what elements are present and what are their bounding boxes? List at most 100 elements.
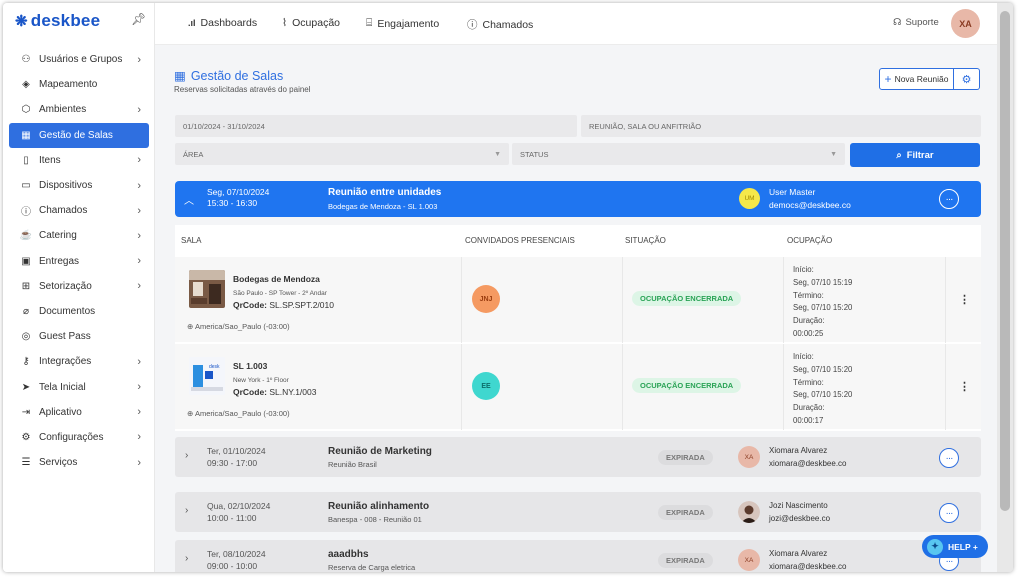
nav-chamados[interactable]: ⓘ Chamados bbox=[467, 17, 533, 32]
sidebar-item-dispositivos[interactable]: ▭ Dispositivos › bbox=[9, 173, 149, 198]
more-options-button[interactable]: ··· bbox=[939, 189, 959, 209]
chevron-right-icon: › bbox=[137, 280, 141, 293]
sidebar-item-label: Ambientes bbox=[39, 104, 87, 116]
login-icon: ⇥ bbox=[21, 406, 31, 418]
user-avatar[interactable]: XA bbox=[951, 9, 980, 38]
sidebar-item-itens[interactable]: ▯ Itens › bbox=[9, 148, 149, 173]
sidebar-item-mapeamento[interactable]: ◈ Mapeamento bbox=[9, 72, 149, 97]
occ-duration: 00:00:25 bbox=[793, 328, 824, 338]
status-select[interactable]: STATUS ▼ bbox=[512, 143, 845, 165]
sidebar-item-gestao-de-salas[interactable]: ▦ Gestão de Salas bbox=[9, 122, 149, 148]
calendar-icon: ▦ bbox=[21, 129, 31, 141]
room-photo bbox=[189, 270, 225, 308]
host-info: Jozi Nascimento jozi@deskbee.co bbox=[769, 499, 830, 525]
new-meeting-button[interactable]: + Nova Reunião bbox=[879, 68, 954, 90]
divider bbox=[783, 344, 784, 430]
area-select[interactable]: ÁREA ▼ bbox=[175, 143, 509, 165]
chevron-right-icon[interactable]: › bbox=[185, 553, 188, 564]
sidebar-item-chamados[interactable]: ⓘ Chamados › bbox=[9, 198, 149, 223]
sidebar-item-documentos[interactable]: ⌀ Documentos bbox=[9, 299, 149, 324]
nav-ocupacao[interactable]: ⌇ Ocupação bbox=[282, 17, 340, 29]
cup-icon: ☕ bbox=[19, 230, 33, 242]
more-options-button[interactable]: ··· bbox=[939, 448, 959, 468]
host-avatar: UM bbox=[739, 188, 760, 209]
search-input[interactable]: REUNIÃO, SALA OU ANFITRIÃO bbox=[581, 115, 981, 137]
room-location: New York - 1º Floor bbox=[233, 377, 289, 384]
divider bbox=[945, 344, 946, 430]
kebab-menu-icon[interactable]: ⋮ bbox=[959, 380, 970, 393]
search-icon: ⌕ bbox=[896, 149, 902, 161]
vertical-scrollbar[interactable] bbox=[997, 3, 1013, 572]
sidebar-item-tela-inicial[interactable]: ➤ Tela Inicial › bbox=[9, 374, 149, 399]
status-badge: EXPIRADA bbox=[658, 505, 713, 520]
host-email: xiomara@deskbee.co bbox=[769, 562, 847, 571]
table-row: desk SL 1.003 New York - 1º Floor QrCode… bbox=[175, 343, 981, 430]
more-options-button[interactable]: ··· bbox=[939, 503, 959, 523]
settings-button[interactable]: ⚙ bbox=[954, 68, 980, 90]
sidebar-item-entregas[interactable]: ▣ Entregas › bbox=[9, 249, 149, 274]
help-button[interactable]: ✦ HELP + bbox=[922, 535, 988, 558]
top-bar: .ıl Dashboards ⌇ Ocupação ⌸ Engajamento … bbox=[155, 3, 997, 45]
gear-icon: ⚙ bbox=[21, 431, 31, 443]
meeting-datetime: Ter, 08/10/2024 09:00 - 10:00 bbox=[207, 548, 266, 572]
sidebar-item-setorizacao[interactable]: ⊞ Setorização › bbox=[9, 274, 149, 299]
chevron-right-icon[interactable]: › bbox=[185, 505, 188, 516]
meeting-time: 15:30 - 16:30 bbox=[207, 198, 258, 208]
app-window: ❋ deskbee 📌︎ ⚇ Usuários e Grupos › ◈ Mapeame… bbox=[3, 3, 1013, 572]
sidebar-item-catering[interactable]: ☕ Catering › bbox=[9, 223, 149, 248]
meeting-date: Ter, 01/10/2024 bbox=[207, 446, 266, 456]
meeting-datetime: Seg, 07/10/2024 15:30 - 16:30 bbox=[207, 187, 269, 209]
occ-duration-label: Duração: bbox=[793, 316, 825, 326]
globe-icon: ⊕ bbox=[187, 322, 194, 331]
room-photo: desk bbox=[189, 357, 225, 395]
sidebar-item-usuarios-e-grupos[interactable]: ⚇ Usuários e Grupos › bbox=[9, 47, 149, 72]
support-link[interactable]: ☊ Suporte bbox=[893, 17, 939, 28]
sidebar-item-label: Documentos bbox=[39, 305, 96, 317]
chevron-right-icon: › bbox=[137, 431, 141, 444]
divider bbox=[945, 257, 946, 343]
sidebar-item-servicos[interactable]: ☰ Serviços › bbox=[9, 450, 149, 475]
room-timezone: ⊕ America/Sao_Paulo (-03:00) bbox=[187, 409, 290, 418]
occupancy-info: Início: Seg, 07/10 15:20 Término: Seg, 0… bbox=[793, 351, 852, 428]
filter-button[interactable]: ⌕ Filtrar bbox=[850, 143, 980, 167]
sidebar-item-ambientes[interactable]: ⬡ Ambientes › bbox=[9, 97, 149, 122]
chevron-right-icon[interactable]: › bbox=[185, 450, 188, 461]
timezone-text: America/Sao_Paulo (-03:00) bbox=[194, 409, 290, 418]
chevron-up-icon[interactable]: ︿ bbox=[184, 192, 194, 207]
chevron-right-icon: › bbox=[137, 103, 141, 116]
occ-start: Seg, 07/10 15:19 bbox=[793, 277, 853, 287]
guest-avatar: JNJ bbox=[472, 285, 500, 313]
meeting-card[interactable]: › Qua, 02/10/2024 10:00 - 11:00 Reunião … bbox=[175, 492, 981, 532]
nav-chamados-label: Chamados bbox=[482, 18, 534, 31]
nav-dashboards[interactable]: .ıl Dashboards bbox=[188, 17, 257, 29]
sidebar-item-guest-pass[interactable]: ◎ Guest Pass bbox=[9, 324, 149, 349]
nav-engajamento[interactable]: ⌸ Engajamento bbox=[366, 17, 439, 30]
sidebar-item-aplicativo[interactable]: ⇥ Aplicativo › bbox=[9, 400, 149, 425]
users-icon: ⚇ bbox=[21, 54, 31, 66]
date-range-field[interactable]: 01/10/2024 - 31/10/2024 bbox=[175, 115, 577, 137]
host-name: Xiomara Alvarez bbox=[769, 549, 828, 558]
occ-duration: 00:00:17 bbox=[793, 415, 824, 425]
occ-start: Seg, 07/10 15:20 bbox=[793, 364, 853, 374]
box-icon: ▣ bbox=[21, 255, 31, 267]
deskbee-logo-icon: ❋ bbox=[15, 13, 28, 30]
activity-icon: ⌇ bbox=[282, 17, 288, 29]
server-icon: ☰ bbox=[21, 457, 31, 469]
logo[interactable]: ❋ deskbee bbox=[15, 11, 100, 31]
pin-icon[interactable]: 📌︎ bbox=[131, 12, 146, 26]
globe-icon: ⊕ bbox=[187, 409, 194, 418]
host-photo-avatar bbox=[738, 501, 760, 523]
meeting-expanded-header[interactable]: ︿ Seg, 07/10/2024 15:30 - 16:30 Reunião … bbox=[175, 181, 981, 217]
meeting-card[interactable]: › Ter, 01/10/2024 09:30 - 17:00 Reunião … bbox=[175, 437, 981, 477]
kebab-menu-icon[interactable]: ⋮ bbox=[959, 293, 970, 306]
meeting-card[interactable]: › Ter, 08/10/2024 09:00 - 10:00 aaadbhs … bbox=[175, 540, 981, 572]
sidebar-item-integracoes[interactable]: ⚷ Integrações › bbox=[9, 349, 149, 374]
meeting-subtitle: Reserva de Carga eletrica bbox=[328, 563, 416, 572]
meeting-subtitle: Reunião Brasil bbox=[328, 460, 377, 469]
col-header-convidados: CONVIDADOS PRESENCIAIS bbox=[465, 236, 575, 245]
logo-text: deskbee bbox=[30, 11, 101, 30]
chevron-right-icon: › bbox=[137, 255, 141, 268]
sidebar-item-configuracoes[interactable]: ⚙ Configurações › bbox=[9, 425, 149, 450]
scrollbar-thumb[interactable] bbox=[1000, 11, 1010, 511]
gear-icon: ⚙ bbox=[961, 73, 972, 86]
